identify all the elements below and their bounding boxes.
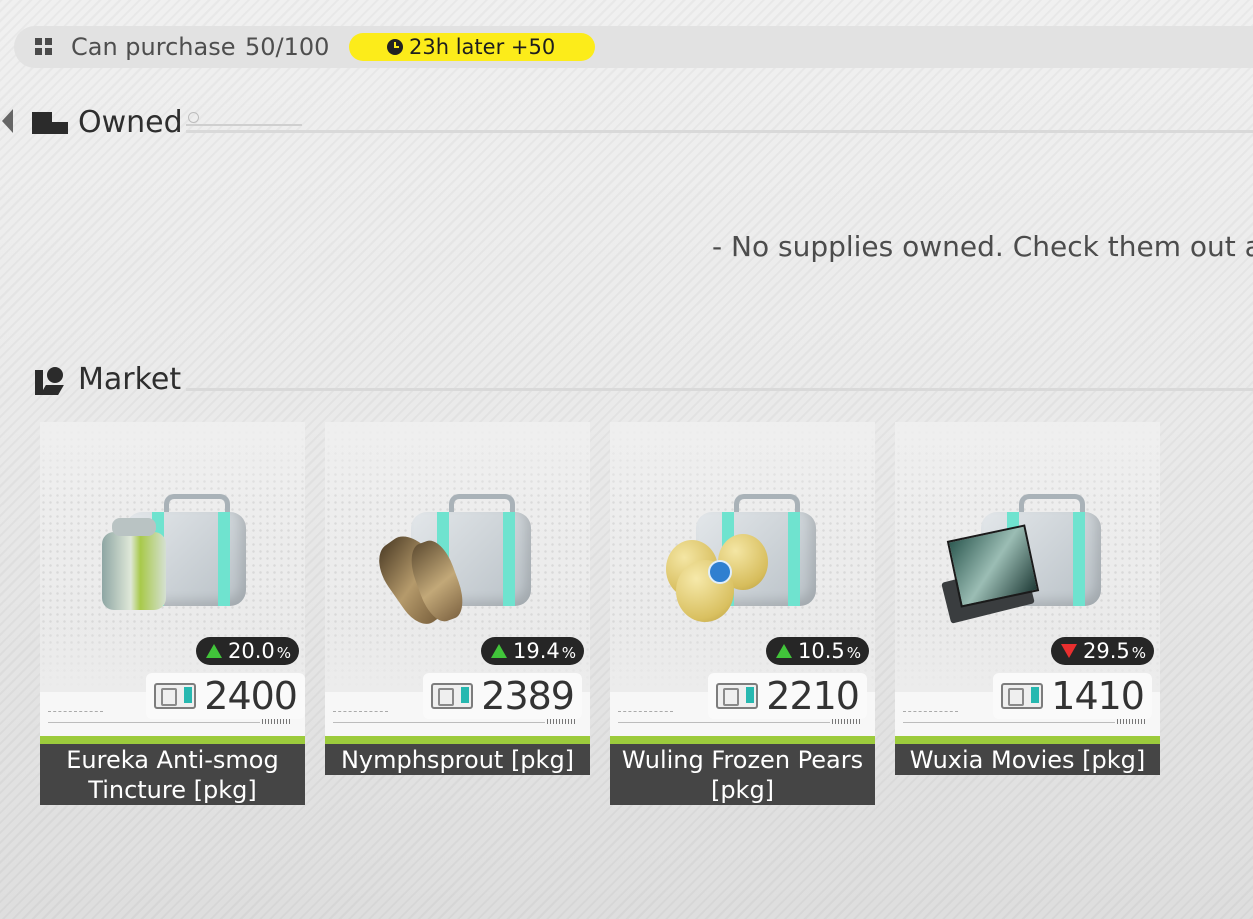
trend-down-icon [1060,644,1077,658]
trend-up-icon [205,644,222,658]
tincture-can-icon [102,532,166,610]
price-change-badge: 19.4 % [480,637,584,665]
market-item-card[interactable]: 29.5 % 1410 Wuxia Movies [pkg] [895,422,1160,775]
price-box: 2389 [423,673,582,719]
market-divider [186,388,1253,391]
rarity-bar [610,736,875,744]
purchase-count: 50/100 [245,33,330,61]
rarity-bar [40,736,305,744]
trend-up-icon [775,644,792,658]
currency-icon [716,683,759,709]
item-image: 10.5 % 2210 [610,422,875,744]
currency-icon [1001,683,1044,709]
item-price: 2210 [766,674,860,718]
clock-icon [387,39,403,55]
price-box: 2400 [146,673,305,719]
price-change-badge: 29.5 % [1050,637,1154,665]
owned-section-title: Owned [78,105,183,140]
owned-header-decoration [186,110,302,126]
rarity-bar [325,736,590,744]
currency-icon [154,683,197,709]
price-change-value: 10.5 [797,639,845,663]
purchase-label: Can purchase [71,33,236,61]
owned-icon [32,112,68,134]
currency-icon [431,683,474,709]
price-box: 2210 [708,673,867,719]
price-change-badge: 20.0 % [195,637,299,665]
price-change-value: 29.5 [1082,639,1130,663]
item-name: Wuling Frozen Pears [pkg] [610,744,875,805]
item-name: Wuxia Movies [pkg] [895,744,1160,775]
owned-empty-message: - No supplies owned. Check them out at t [712,230,1253,263]
purchase-limit-bar: Can purchase 50/100 23h later +50 [14,26,1253,68]
price-change-value: 19.4 [512,639,560,663]
grid-icon [35,38,53,56]
market-item-card[interactable]: 19.4 % 2389 Nymphsprout [pkg] [325,422,590,775]
item-price: 2389 [481,674,575,718]
price-box: 1410 [993,673,1152,719]
refresh-timer-badge: 23h later +50 [349,33,595,61]
market-section-title: Market [78,362,182,397]
price-change-badge: 10.5 % [765,637,869,665]
item-image: 29.5 % 1410 [895,422,1160,744]
item-name: Eureka Anti-smog Tincture [pkg] [40,744,305,805]
rarity-bar [895,736,1160,744]
market-item-card[interactable]: 20.0 % 2400 Eureka Anti-smog Tincture [p… [40,422,305,805]
refresh-timer-text: 23h later +50 [409,35,556,59]
market-icon [35,367,64,395]
market-item-card[interactable]: 10.5 % 2210 Wuling Frozen Pears [pkg] [610,422,875,805]
trend-up-icon [490,644,507,658]
price-change-value: 20.0 [227,639,275,663]
item-image: 19.4 % 2389 [325,422,590,744]
owned-divider [186,130,1253,133]
item-price: 1410 [1051,674,1145,718]
collapse-arrow-icon[interactable] [2,109,13,133]
item-image: 20.0 % 2400 [40,422,305,744]
item-name: Nymphsprout [pkg] [325,744,590,775]
item-price: 2400 [204,674,298,718]
